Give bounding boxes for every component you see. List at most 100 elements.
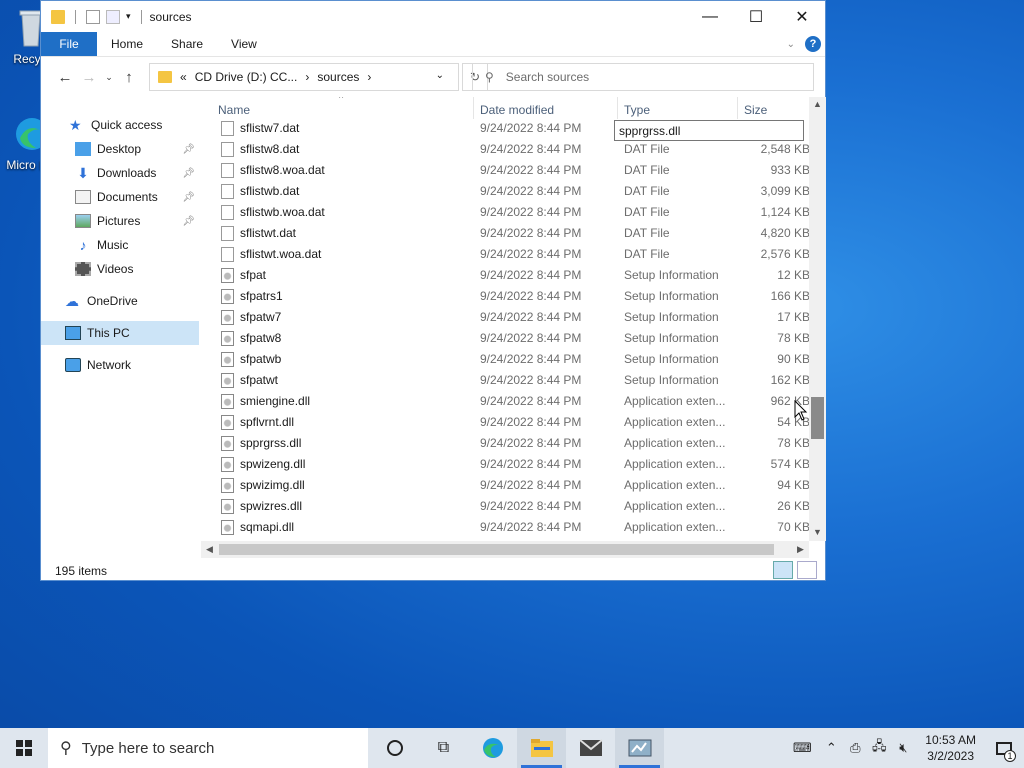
system-tray: ⌨ ⌃ ⎙ 🖧︎ 🔇︎ 10:53 AM 3/2/2023 1 bbox=[785, 728, 1024, 768]
scroll-left-icon[interactable]: ◀ bbox=[201, 541, 218, 558]
table-row[interactable]: sqmapi.dll 9/24/2022 8:44 PM Application e… bbox=[201, 517, 813, 538]
breadcrumb-separator[interactable]: › bbox=[305, 70, 309, 84]
tab-view[interactable]: View bbox=[217, 32, 271, 56]
sidebar-item-network[interactable]: Network bbox=[41, 353, 199, 377]
table-row[interactable]: sfpatwb 9/24/2022 8:44 PM Setup Informatio… bbox=[201, 349, 813, 370]
table-row[interactable]: spwizimg.dll 9/24/2022 8:44 PM Application… bbox=[201, 475, 813, 496]
tab-share[interactable]: Share bbox=[157, 32, 217, 56]
start-button[interactable] bbox=[0, 728, 48, 768]
volume-muted-icon[interactable]: 🔇︎ bbox=[891, 740, 915, 756]
file-type: Setup Information bbox=[624, 352, 719, 366]
vertical-scrollbar[interactable]: ▲ ▼ bbox=[809, 97, 826, 541]
table-row[interactable]: sflistwt.dat 9/24/2022 8:44 PM DAT File 4,8… bbox=[201, 223, 813, 244]
forward-icon[interactable]: → bbox=[77, 69, 101, 86]
customize-toolbar-icon[interactable]: ▾ bbox=[126, 11, 131, 22]
table-row[interactable]: sflistw8.dat 9/24/2022 8:44 PM DAT File 2,5… bbox=[201, 139, 813, 160]
horizontal-scrollbar[interactable]: ◀ ▶ bbox=[201, 541, 809, 558]
task-view-button[interactable]: ⧉ bbox=[419, 728, 468, 768]
breadcrumb-separator[interactable]: › bbox=[367, 70, 371, 84]
sidebar-item-quick-access[interactable]: ★ Quick access bbox=[41, 113, 199, 137]
table-row[interactable]: sflistwb.dat 9/24/2022 8:44 PM DAT File 3,0… bbox=[201, 181, 813, 202]
search-icon: ⚲ bbox=[485, 70, 494, 84]
sidebar-item-music[interactable]: ♪ Music bbox=[41, 233, 199, 257]
sidebar-item-onedrive[interactable]: ☁ OneDrive bbox=[41, 289, 199, 313]
address-dropdown-icon[interactable]: ⌄ bbox=[436, 70, 444, 81]
file-date: 9/24/2022 8:44 PM bbox=[480, 436, 582, 450]
scrollbar-thumb[interactable] bbox=[811, 397, 824, 439]
table-row[interactable]: spwizeng.dll 9/24/2022 8:44 PM Application… bbox=[201, 454, 813, 475]
sidebar-item-desktop[interactable]: Desktop 📌︎ bbox=[41, 137, 199, 161]
sidebar-item-documents[interactable]: Documents 📌︎ bbox=[41, 185, 199, 209]
keyboard-icon[interactable]: ⌨ bbox=[785, 740, 819, 756]
table-row[interactable]: sfpatw7 9/24/2022 8:44 PM Setup Informatio… bbox=[201, 307, 813, 328]
table-row[interactable]: sfpatw8 9/24/2022 8:44 PM Setup Informatio… bbox=[201, 328, 813, 349]
taskbar-app-edge[interactable] bbox=[468, 728, 517, 768]
file-name: sflistwb.woa.dat bbox=[240, 205, 325, 219]
taskbar-search-box[interactable]: ⚲ Type here to search bbox=[48, 728, 368, 768]
file-type: Application exten... bbox=[624, 415, 726, 429]
table-row[interactable]: smiengine.dll 9/24/2022 8:44 PM Applicatio… bbox=[201, 391, 813, 412]
table-row[interactable]: spprgrss.dll 9/24/2022 8:44 PM Application… bbox=[201, 433, 813, 454]
network-status-icon[interactable]: 🖧︎ bbox=[867, 737, 891, 759]
breadcrumb-drive[interactable]: CD Drive (D:) CC... bbox=[195, 70, 298, 84]
mail-icon bbox=[578, 739, 603, 756]
address-overflow[interactable]: « bbox=[180, 70, 187, 84]
properties-icon[interactable] bbox=[86, 9, 100, 24]
sidebar-item-this-pc[interactable]: This PC bbox=[41, 321, 199, 345]
maximize-button[interactable]: ☐ bbox=[733, 1, 779, 32]
pin-icon[interactable]: 📌︎ bbox=[182, 216, 195, 227]
tab-home[interactable]: Home bbox=[97, 32, 157, 56]
expand-ribbon-icon[interactable]: ⌄ bbox=[787, 39, 795, 50]
pin-icon[interactable]: 📌︎ bbox=[182, 144, 195, 155]
tab-file[interactable]: File bbox=[41, 32, 97, 56]
new-folder-icon[interactable] bbox=[106, 9, 120, 24]
table-row[interactable]: sflistw8.woa.dat 9/24/2022 8:44 PM DAT Fil… bbox=[201, 160, 813, 181]
mouse-cursor-icon bbox=[794, 400, 808, 421]
table-row[interactable]: sfpatrs1 9/24/2022 8:44 PM Setup Informati… bbox=[201, 286, 813, 307]
back-icon[interactable]: ← bbox=[53, 69, 77, 86]
taskbar-app-file-explorer[interactable] bbox=[517, 728, 566, 768]
up-icon[interactable]: ↑ bbox=[117, 69, 141, 86]
breadcrumb-folder[interactable]: sources bbox=[317, 70, 359, 84]
file-size: 574 KB bbox=[770, 457, 810, 471]
meet-now-icon[interactable]: ⎙ bbox=[843, 740, 867, 756]
large-icons-view-button[interactable] bbox=[797, 561, 817, 579]
settings-file-icon bbox=[221, 310, 234, 325]
windows-logo-icon bbox=[16, 740, 32, 756]
table-row[interactable]: sfpatwt 9/24/2022 8:44 PM Setup Informatio… bbox=[201, 370, 813, 391]
scrollbar-thumb[interactable] bbox=[219, 544, 774, 555]
sidebar-item-pictures[interactable]: Pictures 📌︎ bbox=[41, 209, 199, 233]
table-row[interactable]: spflvrnt.dll 9/24/2022 8:44 PM Application… bbox=[201, 412, 813, 433]
taskbar-app-setup[interactable] bbox=[615, 728, 664, 768]
taskbar-app-mail[interactable] bbox=[566, 728, 615, 768]
column-separator[interactable] bbox=[737, 97, 738, 119]
sidebar-item-videos[interactable]: Videos bbox=[41, 257, 199, 281]
column-separator[interactable] bbox=[473, 97, 474, 119]
show-hidden-icons-icon[interactable]: ⌃ bbox=[819, 740, 843, 756]
details-view-button[interactable] bbox=[773, 561, 793, 579]
settings-file-icon bbox=[221, 415, 234, 430]
sidebar-item-downloads[interactable]: ⬇ Downloads 📌︎ bbox=[41, 161, 199, 185]
close-button[interactable]: ✕ bbox=[779, 1, 825, 32]
help-icon[interactable]: ? bbox=[805, 36, 821, 52]
pin-icon[interactable]: 📌︎ bbox=[182, 168, 195, 179]
notification-button[interactable]: 1 bbox=[984, 728, 1024, 768]
search-box[interactable]: ⚲ Search sources bbox=[472, 63, 814, 91]
table-row[interactable]: sflistwt.woa.dat 9/24/2022 8:44 PM DAT Fil… bbox=[201, 244, 813, 265]
cortana-button[interactable] bbox=[370, 728, 419, 768]
ribbon-tabs: File Home Share View ⌄ ? bbox=[41, 32, 825, 57]
clock[interactable]: 10:53 AM 3/2/2023 bbox=[925, 732, 976, 764]
pin-icon[interactable]: 📌︎ bbox=[182, 192, 195, 203]
table-row[interactable]: sflistwb.woa.dat 9/24/2022 8:44 PM DAT Fil… bbox=[201, 202, 813, 223]
settings-file-icon bbox=[221, 352, 234, 367]
minimize-button[interactable]: — bbox=[687, 1, 733, 32]
scroll-right-icon[interactable]: ▶ bbox=[792, 541, 809, 558]
file-name: sfpatw8 bbox=[240, 331, 282, 345]
table-row[interactable]: spwizres.dll 9/24/2022 8:44 PM Application… bbox=[201, 496, 813, 517]
recent-locations-icon[interactable]: ⌄ bbox=[101, 72, 117, 83]
scroll-up-icon[interactable]: ▲ bbox=[809, 99, 826, 109]
address-bar[interactable]: « CD Drive (D:) CC... › sources › ⌄ bbox=[149, 63, 459, 91]
column-separator[interactable] bbox=[617, 97, 618, 119]
scroll-down-icon[interactable]: ▼ bbox=[809, 527, 826, 537]
table-row[interactable]: sfpat 9/24/2022 8:44 PM Setup Information 1… bbox=[201, 265, 813, 286]
